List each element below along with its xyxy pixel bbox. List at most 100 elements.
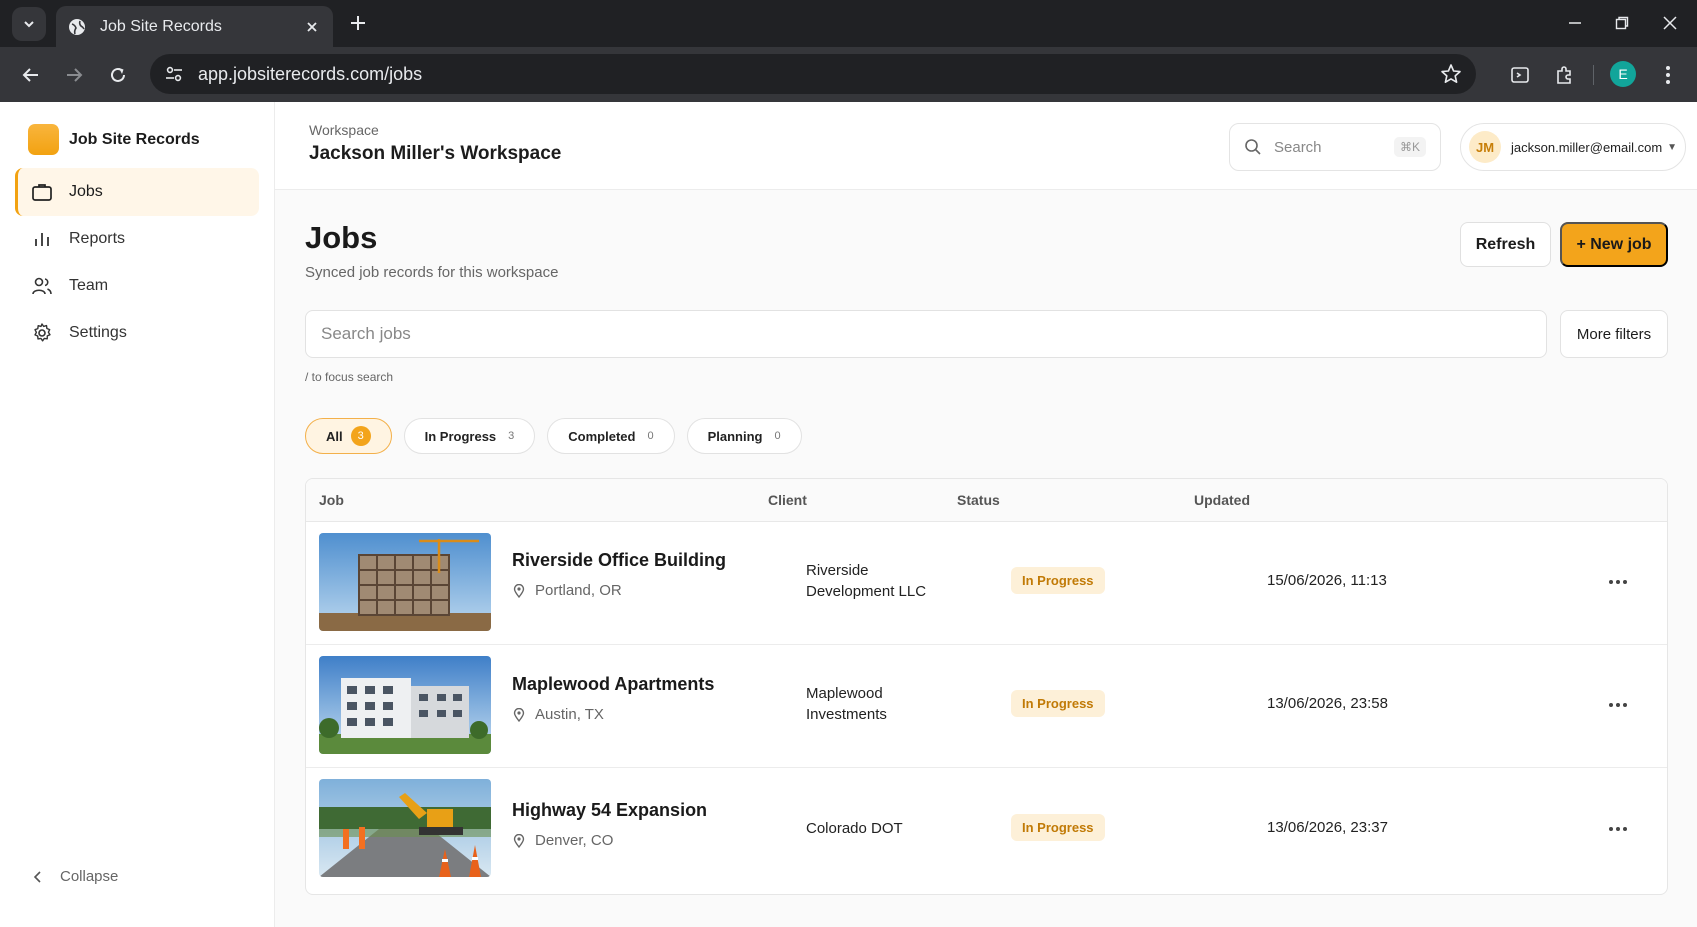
new-tab-button[interactable] — [346, 11, 370, 35]
users-icon — [31, 275, 53, 297]
more-filters-button[interactable]: More filters — [1560, 310, 1668, 358]
column-header-status[interactable]: Status — [957, 492, 1000, 508]
arrow-right-icon — [67, 68, 83, 82]
status-filter-chips: All 3 In Progress 3 Completed 0 Planning… — [305, 418, 814, 454]
job-search-input[interactable]: Search jobs — [305, 310, 1547, 358]
bar-chart-icon — [31, 228, 53, 250]
plus-icon — [351, 16, 365, 30]
job-name[interactable]: Highway 54 Expansion — [512, 800, 707, 821]
filter-chip-planning[interactable]: Planning 0 — [686, 418, 802, 454]
table-row[interactable]: Riverside Office Building Portland, OR R… — [306, 522, 1667, 645]
job-location: Denver, CO — [512, 832, 613, 849]
map-pin-icon — [513, 583, 525, 598]
app-header: Workspace Jackson Miller's Workspace Sea… — [275, 102, 1697, 190]
table-header: Job Client Status Updated — [306, 479, 1667, 522]
search-icon — [1245, 139, 1261, 155]
close-icon — [1663, 16, 1677, 30]
main-content: Jobs Synced job records for this workspa… — [275, 190, 1697, 927]
workspace-name[interactable]: Jackson Miller's Workspace — [309, 143, 561, 165]
globe-icon — [69, 18, 85, 35]
sidebar-item-label: Jobs — [69, 183, 103, 200]
job-location-text: Portland, OR — [535, 582, 622, 599]
filter-chip-in-progress[interactable]: In Progress 3 — [403, 418, 536, 454]
url-text[interactable]: app.jobsiterecords.com/jobs — [198, 64, 1440, 85]
caret-down-icon: ▼ — [1667, 141, 1677, 153]
restore-button[interactable] — [1609, 10, 1635, 36]
client-name: Riverside Development LLC — [806, 560, 976, 602]
forward-button[interactable] — [60, 61, 88, 89]
back-button[interactable] — [17, 61, 45, 89]
row-actions-button[interactable] — [1606, 570, 1630, 594]
status-badge: In Progress — [1011, 814, 1105, 841]
cast-icon — [1511, 67, 1529, 83]
minimize-button[interactable] — [1562, 10, 1588, 36]
job-location: Portland, OR — [512, 582, 622, 599]
status-badge: In Progress — [1011, 690, 1105, 717]
chevron-down-icon — [24, 21, 34, 28]
table-row[interactable]: Maplewood Apartments Austin, TX Maplewoo… — [306, 645, 1667, 768]
updated-timestamp: 13/06/2026, 23:37 — [1267, 819, 1388, 836]
more-vertical-icon — [1666, 66, 1670, 84]
extensions-button[interactable] — [1550, 61, 1578, 89]
row-actions-button[interactable] — [1606, 693, 1630, 717]
toolbar-separator — [1593, 65, 1594, 85]
app-root: Job Site Records Jobs Reports Team Setti… — [0, 102, 1697, 927]
filter-chip-count: 3 — [350, 426, 371, 446]
map-pin-icon — [513, 833, 525, 848]
tab-search-button[interactable] — [12, 7, 46, 41]
bookmark-star-icon[interactable] — [1440, 63, 1462, 85]
brand-logo — [28, 124, 59, 155]
job-name[interactable]: Maplewood Apartments — [512, 674, 714, 695]
sidebar-item-label: Reports — [69, 230, 126, 247]
page-subtitle: Synced job records for this workspace — [305, 264, 559, 281]
global-search[interactable]: Search ⌘K — [1229, 123, 1441, 171]
table-row[interactable]: Highway 54 Expansion Denver, CO Colorado… — [306, 768, 1667, 892]
user-menu[interactable]: JM jackson.miller@email.com ▼ — [1460, 123, 1686, 171]
job-thumbnail — [319, 533, 491, 631]
filter-chip-completed[interactable]: Completed 0 — [547, 418, 675, 454]
sidebar-item-settings[interactable]: Settings — [15, 309, 259, 357]
user-avatar: JM — [1469, 131, 1501, 163]
profile-avatar[interactable]: E — [1610, 61, 1636, 87]
filter-chip-all[interactable]: All 3 — [305, 418, 392, 454]
new-job-button[interactable]: + New job — [1560, 222, 1668, 267]
more-horizontal-icon — [1609, 580, 1627, 584]
search-hint: / to focus search — [305, 370, 394, 384]
reload-button[interactable] — [104, 61, 132, 89]
client-line-1: Maplewood — [806, 685, 883, 702]
sidebar-item-reports[interactable]: Reports — [15, 215, 259, 263]
column-header-updated[interactable]: Updated — [1194, 492, 1250, 508]
column-header-job[interactable]: Job — [319, 492, 344, 508]
restore-icon — [1615, 16, 1629, 30]
job-name[interactable]: Riverside Office Building — [512, 550, 726, 571]
column-header-client[interactable]: Client — [768, 492, 807, 508]
browser-toolbar: app.jobsiterecords.com/jobs E — [0, 47, 1697, 102]
collapse-sidebar-button[interactable]: Collapse — [30, 868, 118, 885]
sidebar-item-jobs[interactable]: Jobs — [15, 168, 259, 216]
jobs-table: Job Client Status Updated Riverside Offi… — [305, 478, 1668, 895]
browser-tab-active[interactable]: Job Site Records — [56, 6, 333, 47]
updated-timestamp: 15/06/2026, 11:13 — [1267, 572, 1387, 589]
browser-menu-button[interactable] — [1654, 61, 1682, 89]
brand[interactable]: Job Site Records — [28, 124, 200, 155]
close-tab-icon[interactable] — [303, 18, 321, 36]
brand-name: Job Site Records — [69, 130, 200, 148]
client-line-2: Development LLC — [806, 583, 927, 600]
cast-button[interactable] — [1506, 61, 1534, 89]
filter-chip-label: In Progress — [424, 428, 497, 444]
job-location-text: Austin, TX — [535, 706, 604, 723]
user-email: jackson.miller@email.com — [1511, 139, 1663, 155]
collapse-label: Collapse — [60, 868, 119, 885]
site-settings-icon[interactable] — [164, 64, 184, 84]
close-window-button[interactable] — [1657, 10, 1683, 36]
address-bar[interactable]: app.jobsiterecords.com/jobs — [150, 54, 1476, 94]
sidebar: Job Site Records Jobs Reports Team Setti… — [0, 102, 275, 927]
status-badge: In Progress — [1011, 567, 1105, 594]
row-actions-button[interactable] — [1606, 817, 1630, 841]
job-thumbnail — [319, 779, 491, 877]
tab-title: Job Site Records — [100, 17, 222, 35]
refresh-button[interactable]: Refresh — [1460, 222, 1551, 267]
sidebar-item-team[interactable]: Team — [15, 262, 259, 310]
gear-icon — [31, 322, 53, 344]
filter-chip-count: 0 — [774, 430, 781, 442]
